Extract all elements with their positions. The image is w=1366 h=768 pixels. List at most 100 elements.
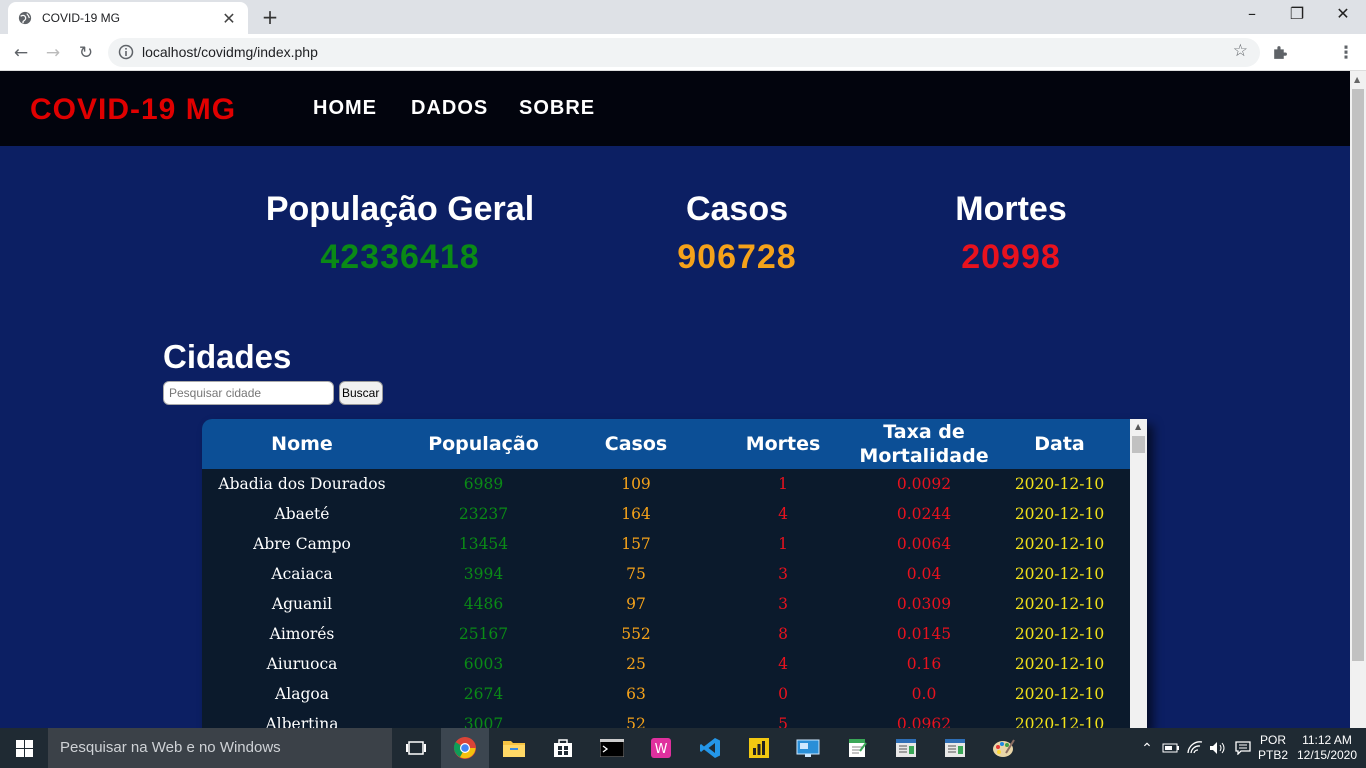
cell-population: 13454 bbox=[458, 535, 509, 553]
cell-name: Abre Campo bbox=[253, 535, 351, 553]
tab-title: COVID-19 MG bbox=[42, 11, 121, 25]
windows-taskbar: Pesquisar na Web e no Windows W ⌃ POR PT… bbox=[0, 728, 1366, 768]
cell-deaths: 1 bbox=[778, 475, 788, 493]
task-view-icon[interactable] bbox=[392, 728, 440, 768]
table-scroll-up-icon[interactable]: ▲ bbox=[1135, 422, 1141, 431]
cell-date: 2020-12-10 bbox=[1014, 505, 1105, 523]
reload-icon[interactable]: ↻ bbox=[73, 40, 99, 66]
table-row: Albertina 3007 52 5 0.0962 2020-12-10 bbox=[202, 709, 1130, 728]
cell-mortality-rate: 0.0309 bbox=[896, 595, 952, 613]
action-center-icon[interactable] bbox=[1232, 728, 1254, 768]
terminal-icon[interactable] bbox=[588, 728, 636, 768]
wamp-icon[interactable]: W bbox=[637, 728, 685, 768]
scroll-up-icon[interactable]: ▲ bbox=[1354, 75, 1360, 84]
minimize-button[interactable]: – bbox=[1229, 4, 1275, 23]
clock[interactable]: 11:12 AM 12/15/2020 bbox=[1294, 728, 1360, 768]
file-explorer-icon[interactable] bbox=[490, 728, 538, 768]
site-brand[interactable]: COVID-19 MG bbox=[30, 93, 236, 127]
cell-name: Abadia dos Dourados bbox=[218, 475, 386, 493]
cell-date: 2020-12-10 bbox=[1014, 535, 1105, 553]
nav-dados[interactable]: DADOS bbox=[411, 97, 488, 120]
cell-cases: 164 bbox=[621, 505, 651, 523]
svg-text:W: W bbox=[655, 742, 668, 757]
page-scrollbar[interactable]: ▲ bbox=[1350, 71, 1366, 728]
tray-expand-icon[interactable]: ⌃ bbox=[1138, 728, 1156, 768]
cell-deaths: 1 bbox=[778, 535, 788, 553]
site-header: COVID-19 MG HOME DADOS SOBRE bbox=[0, 71, 1350, 146]
browser-tab-bar: COVID-19 MG ✕ + – ❐ ✕ bbox=[0, 0, 1366, 34]
cell-population: 23237 bbox=[458, 505, 509, 523]
bookmark-star-icon[interactable]: ☆ bbox=[1233, 41, 1248, 61]
taskbar-search[interactable]: Pesquisar na Web e no Windows bbox=[48, 728, 392, 768]
header-deaths: Mortes bbox=[745, 433, 821, 455]
notepad-icon[interactable] bbox=[833, 728, 881, 768]
menu-icon[interactable]: ⋮ bbox=[1333, 40, 1359, 66]
cell-date: 2020-12-10 bbox=[1014, 565, 1105, 583]
new-tab-button[interactable]: + bbox=[258, 5, 282, 29]
address-bar[interactable]: localhost/covidmg/index.php ☆ bbox=[108, 38, 1260, 67]
table-scrollbar[interactable]: ▲ bbox=[1130, 419, 1147, 728]
language-indicator[interactable]: POR PTB2 bbox=[1256, 728, 1290, 768]
vscode-icon[interactable] bbox=[686, 728, 734, 768]
cell-deaths: 0 bbox=[778, 685, 788, 703]
back-icon[interactable]: ← bbox=[8, 40, 34, 66]
paint-icon[interactable] bbox=[980, 728, 1028, 768]
windows-logo-icon bbox=[15, 739, 33, 757]
cell-name: Acaiaca bbox=[271, 565, 333, 583]
cell-population: 6989 bbox=[463, 475, 504, 493]
powerbi-icon[interactable] bbox=[735, 728, 783, 768]
remote-desktop-icon[interactable] bbox=[784, 728, 832, 768]
battery-icon[interactable] bbox=[1160, 728, 1182, 768]
nav-sobre[interactable]: SOBRE bbox=[519, 97, 595, 120]
cell-mortality-rate: 0.0145 bbox=[896, 625, 952, 643]
page-scrollbar-thumb[interactable] bbox=[1352, 89, 1364, 661]
cell-date: 2020-12-10 bbox=[1014, 475, 1105, 493]
city-search-input[interactable] bbox=[163, 381, 334, 405]
cell-date: 2020-12-10 bbox=[1014, 715, 1105, 728]
tab-close-icon[interactable]: ✕ bbox=[220, 9, 238, 28]
start-button[interactable] bbox=[0, 728, 48, 768]
cell-cases: 97 bbox=[626, 595, 646, 613]
cases-value: 906728 bbox=[677, 238, 797, 276]
document-icon-2[interactable] bbox=[931, 728, 979, 768]
maximize-button[interactable]: ❐ bbox=[1274, 4, 1320, 23]
table-row: Aguanil 4486 97 3 0.0309 2020-12-10 bbox=[202, 589, 1130, 619]
wifi-icon[interactable] bbox=[1184, 728, 1206, 768]
deaths-label: Mortes bbox=[955, 190, 1067, 228]
table-row: Abadia dos Dourados 6989 109 1 0.0092 2020-12… bbox=[202, 469, 1130, 499]
info-icon[interactable] bbox=[118, 44, 134, 60]
cell-date: 2020-12-10 bbox=[1014, 625, 1105, 643]
cell-population: 2674 bbox=[463, 685, 504, 703]
header-population: População bbox=[428, 433, 539, 455]
search-button[interactable]: Buscar bbox=[339, 381, 383, 405]
nav-home[interactable]: HOME bbox=[313, 97, 377, 120]
table-scrollbar-thumb[interactable] bbox=[1132, 436, 1145, 453]
keyboard-layout: PTB2 bbox=[1257, 748, 1288, 762]
header-date: Data bbox=[1034, 433, 1085, 455]
cell-name: Aiuruoca bbox=[266, 655, 338, 673]
volume-icon[interactable] bbox=[1207, 728, 1229, 768]
cell-mortality-rate: 0.0092 bbox=[896, 475, 952, 493]
close-window-button[interactable]: ✕ bbox=[1320, 4, 1366, 23]
extensions-icon[interactable] bbox=[1271, 44, 1288, 61]
cell-mortality-rate: 0.0064 bbox=[896, 535, 952, 553]
cell-mortality-rate: 0.16 bbox=[906, 655, 942, 673]
header-cases: Casos bbox=[604, 433, 668, 455]
cell-deaths: 5 bbox=[778, 715, 788, 728]
cell-cases: 157 bbox=[621, 535, 651, 553]
forward-icon[interactable]: → bbox=[40, 40, 66, 66]
population-label: População Geral bbox=[265, 190, 535, 228]
chrome-icon[interactable] bbox=[441, 728, 489, 768]
table-row: Alagoa 2674 63 0 0.0 2020-12-10 bbox=[202, 679, 1130, 709]
browser-tab[interactable]: COVID-19 MG ✕ bbox=[8, 2, 248, 34]
document-icon-1[interactable] bbox=[882, 728, 930, 768]
cell-cases: 552 bbox=[621, 625, 651, 643]
cell-cases: 75 bbox=[626, 565, 646, 583]
cell-deaths: 4 bbox=[778, 655, 788, 673]
store-icon[interactable] bbox=[539, 728, 587, 768]
cell-deaths: 8 bbox=[778, 625, 788, 643]
table-row: Abaeté 23237 164 4 0.0244 2020-12-10 bbox=[202, 499, 1130, 529]
cell-name: Alagoa bbox=[275, 685, 329, 703]
browser-toolbar: ← → ↻ localhost/covidmg/index.php ☆ ⋮ bbox=[0, 34, 1366, 71]
cell-deaths: 3 bbox=[778, 595, 788, 613]
